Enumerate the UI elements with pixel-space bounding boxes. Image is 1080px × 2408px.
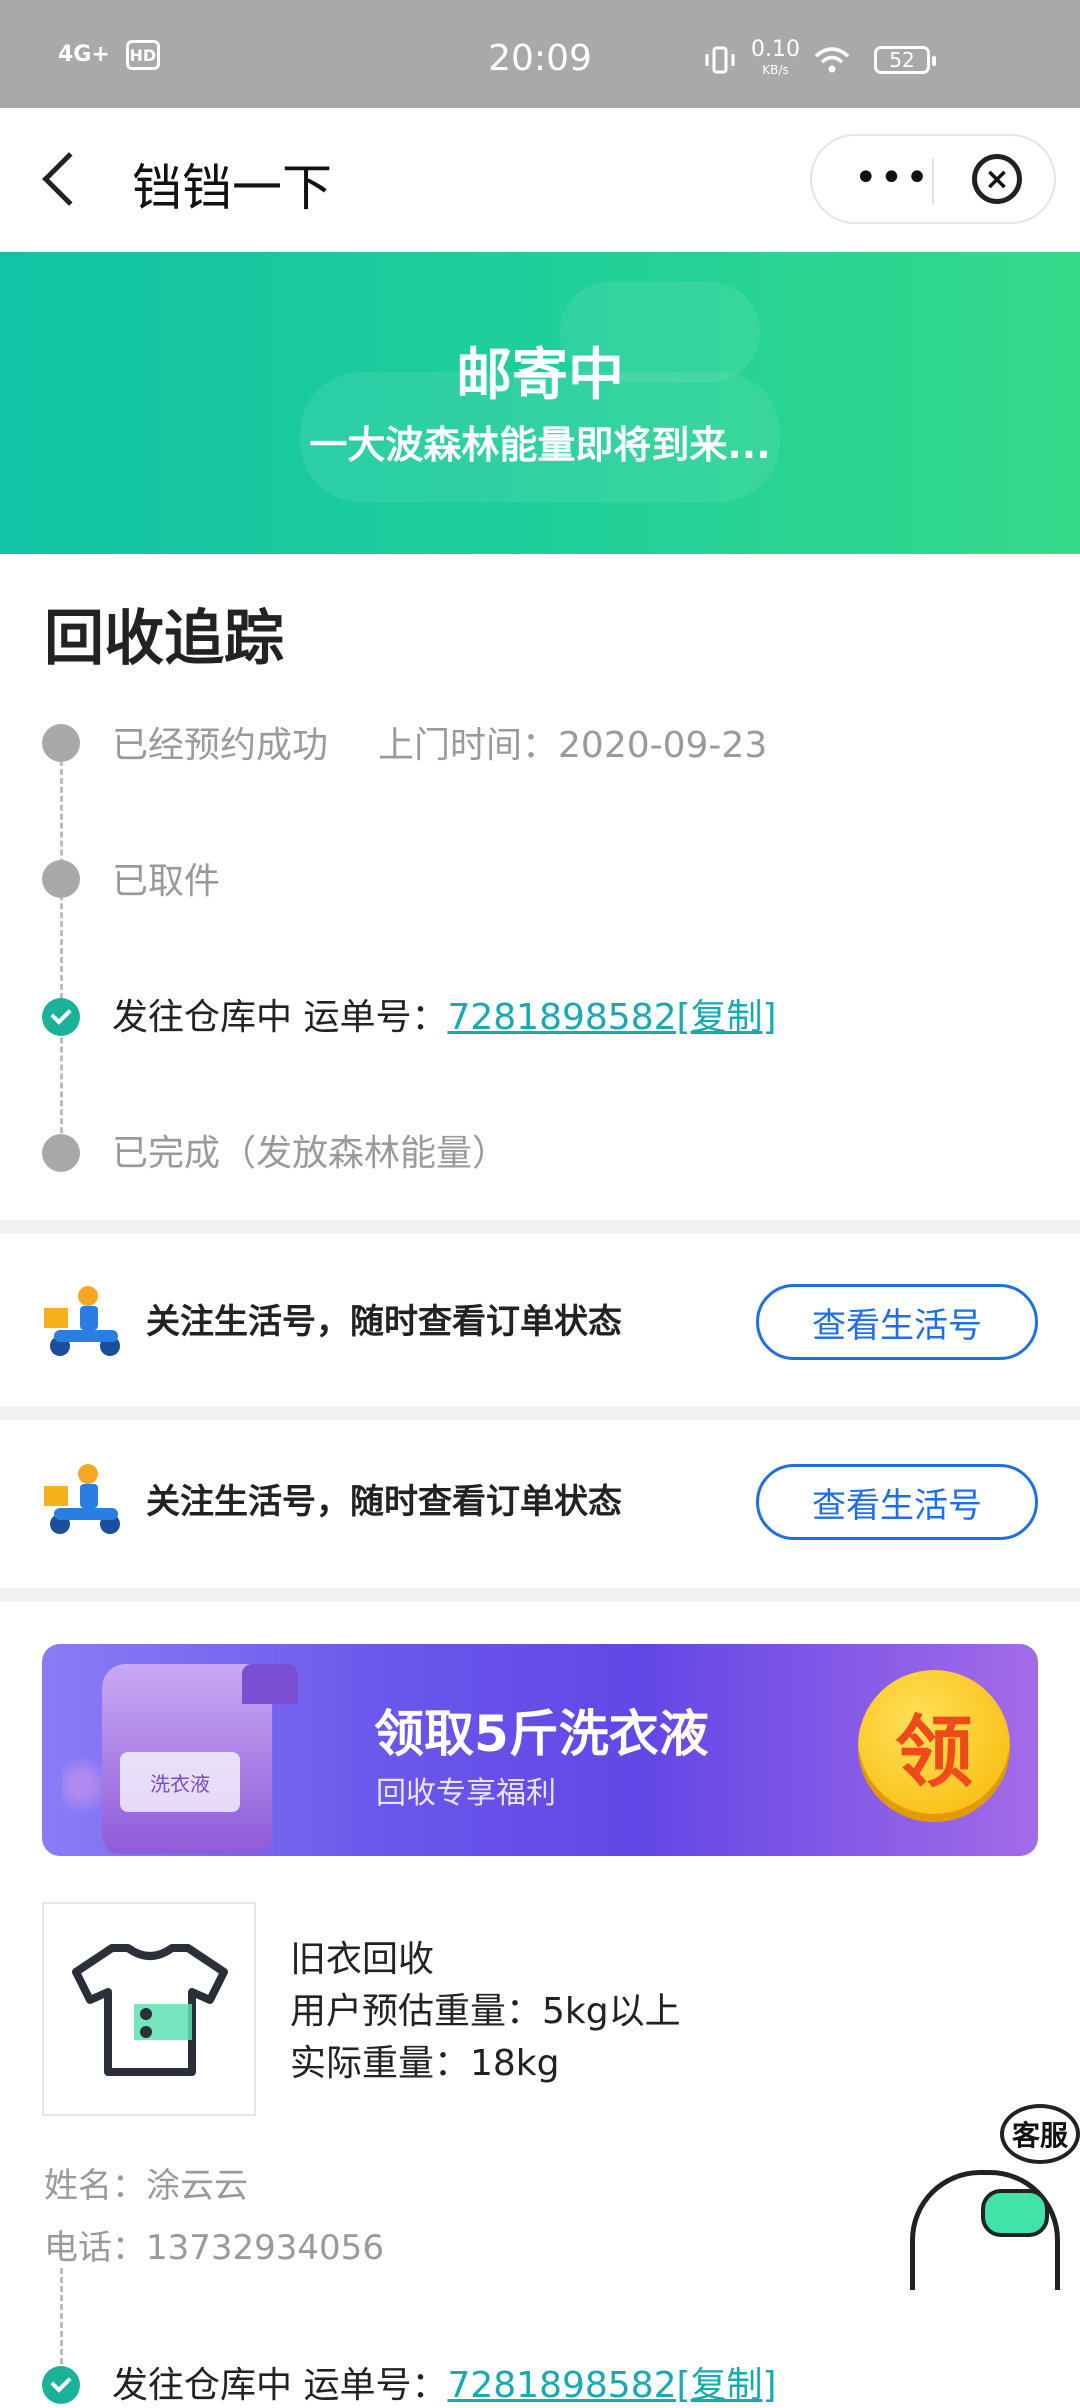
speed-value: 0.10 <box>751 37 800 62</box>
product-thumbnail <box>42 1902 256 2116</box>
bottle-cap <box>242 1664 298 1704</box>
back-arrow-icon[interactable] <box>42 152 96 206</box>
network-speed: 0.10 KB/s <box>751 37 800 80</box>
customer-service-label: 客服 <box>1000 2104 1080 2164</box>
estimated-weight: 用户预估重量：5kg以上 <box>290 1991 681 2032</box>
tshirt-icon <box>72 1944 228 2076</box>
claim-coin-button[interactable]: 领 <box>858 1670 1010 1822</box>
follow-text: 关注生活号，随时查看订单状态 <box>146 1482 622 1522</box>
actual-weight: 实际重量：18kg <box>290 2043 560 2084</box>
wifi-icon <box>814 47 850 73</box>
product-name: 旧衣回收 <box>290 1939 435 1980</box>
timeline-dot-active <box>42 2366 80 2404</box>
vibrate-icon <box>705 46 735 74</box>
status-banner: 邮寄中 一大波森林能量即将到来... <box>0 252 1080 554</box>
timeline-line <box>60 2268 63 2364</box>
contact-name: 姓名：涂云云 <box>44 2166 248 2206</box>
lavender-icon <box>62 1740 102 1830</box>
check-icon <box>50 2371 72 2393</box>
mini-program-capsule: ••• × <box>810 134 1056 224</box>
timeline-line <box>60 760 63 1160</box>
customer-service-button[interactable]: 客服 <box>910 2100 1080 2290</box>
promo-title: 领取5斤洗衣液 <box>374 1705 709 1763</box>
step-label: 已经预约成功 <box>112 725 329 766</box>
section-divider <box>0 1220 1080 1234</box>
delivery-rider-icon <box>44 1464 120 1534</box>
timeline-dot-active <box>42 998 80 1036</box>
timeline-dot <box>42 724 80 762</box>
follow-row: 关注生活号，随时查看订单状态 查看生活号 <box>0 1234 1080 1402</box>
step-label: 发往仓库中 运单号： <box>112 997 448 1038</box>
promo-subtitle: 回收专享福利 <box>376 1776 556 1811</box>
more-dots-icon[interactable]: ••• <box>854 158 931 198</box>
tracking-title: 回收追踪 <box>44 604 284 674</box>
promo-banner[interactable]: 洗衣液 领取5斤洗衣液 回收专享福利 领 <box>42 1644 1038 1856</box>
banner-status: 邮寄中 <box>456 343 624 408</box>
speed-unit: KB/s <box>762 63 789 77</box>
nav-bar: 铛铛一下 ••• × <box>0 108 1080 252</box>
status-bar: 4G+ HD 20:09 0.10 KB/s 52 <box>0 0 1080 108</box>
mascot-head-icon <box>910 2170 1060 2290</box>
battery-icon: 52 <box>874 46 936 74</box>
bottle-label: 洗衣液 <box>120 1752 240 1812</box>
step-picked-up: 已取件 <box>112 861 221 902</box>
section-divider <box>0 1588 1080 1602</box>
step-shipping: 发往仓库中 运单号：7281898582[复制] <box>112 988 777 1040</box>
timeline-dot <box>42 1134 80 1172</box>
delivery-rider-icon <box>44 1286 120 1356</box>
capsule-divider <box>932 158 934 204</box>
waybill-copy-link[interactable]: 7281898582[复制] <box>447 997 776 1038</box>
step-booked: 已经预约成功 上门时间：2020-09-23 <box>112 716 767 768</box>
follow-row: 关注生活号，随时查看订单状态 查看生活号 <box>0 1414 1080 1582</box>
timeline-dot <box>42 860 80 898</box>
view-life-account-button[interactable]: 查看生活号 <box>756 1284 1038 1360</box>
check-icon <box>50 1003 72 1025</box>
step-shipping-repeat: 发往仓库中 运单号：7281898582[复制] <box>112 2356 777 2408</box>
page-title: 铛铛一下 <box>132 159 332 217</box>
follow-text: 关注生活号，随时查看订单状态 <box>146 1302 622 1342</box>
view-life-account-button[interactable]: 查看生活号 <box>756 1464 1038 1540</box>
step-completed: 已完成（发放森林能量） <box>112 1133 509 1174</box>
contact-phone: 电话：13732934056 <box>44 2228 384 2268</box>
step-pickup-time: 上门时间：2020-09-23 <box>378 725 768 766</box>
status-right: 0.10 KB/s <box>703 37 850 80</box>
banner-subtitle: 一大波森林能量即将到来... <box>309 423 771 467</box>
close-circle-icon[interactable]: × <box>972 154 1022 204</box>
